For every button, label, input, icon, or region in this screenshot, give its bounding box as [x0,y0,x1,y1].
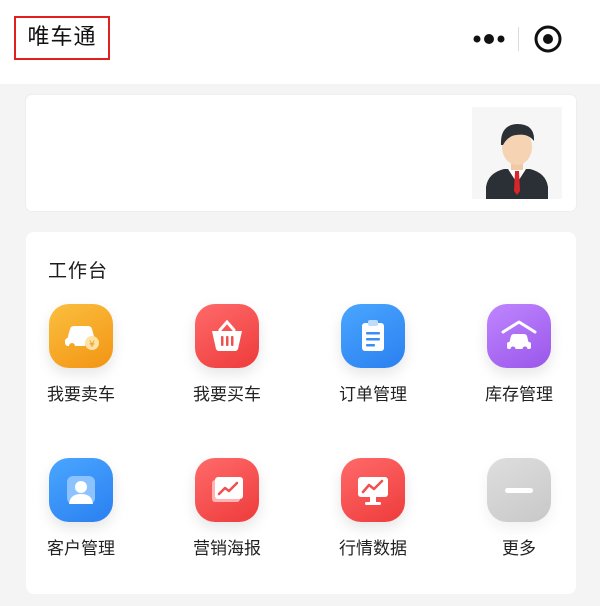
minus-more-icon [487,458,551,522]
grid-label: 库存管理 [485,385,553,405]
app-title: 唯车通 [14,16,110,60]
businessman-avatar-icon [486,124,548,199]
grid-item-customer-management[interactable]: 客户管理 [26,458,136,568]
grid-label: 更多 [502,539,536,559]
grid-item-buy-car[interactable]: 我要买车 [172,304,282,414]
mini-program-capsule [460,18,578,60]
grid-label: 营销海报 [193,539,261,559]
grid-item-inventory-management[interactable]: 库存管理 [464,304,574,414]
top-navigation-bar: 唯车通 [0,0,600,84]
more-dots-icon [473,34,505,44]
workbench-title: 工作台 [48,260,109,282]
grid-item-marketing-poster[interactable]: 营销海报 [172,458,282,568]
grid-item-more[interactable]: 更多 [464,458,574,568]
basket-icon [195,304,259,368]
avatar[interactable] [472,107,562,199]
close-mini-program-button[interactable] [519,18,577,60]
workbench-panel: 工作台 ¥ 我要卖车 我要买车 订单管理 库存管理 客户管理 营销海报 行情数据… [26,232,576,594]
market-monitor-icon [341,458,405,522]
grid-label: 我要买车 [193,385,261,405]
grid-item-sell-car[interactable]: ¥ 我要卖车 [26,304,136,414]
garage-car-icon [487,304,551,368]
svg-text:¥: ¥ [89,340,95,350]
more-menu-button[interactable] [460,18,518,60]
clipboard-icon [341,304,405,368]
profile-card[interactable] [26,95,576,211]
car-sell-icon: ¥ [49,304,113,368]
grid-label: 订单管理 [339,385,407,405]
customer-icon [49,458,113,522]
grid-label: 客户管理 [47,539,115,559]
grid-item-market-data[interactable]: 行情数据 [318,458,428,568]
grid-item-order-management[interactable]: 订单管理 [318,304,428,414]
target-circle-icon [534,25,562,53]
poster-chart-icon [195,458,259,522]
grid-label: 行情数据 [339,539,407,559]
grid-label: 我要卖车 [47,385,115,405]
